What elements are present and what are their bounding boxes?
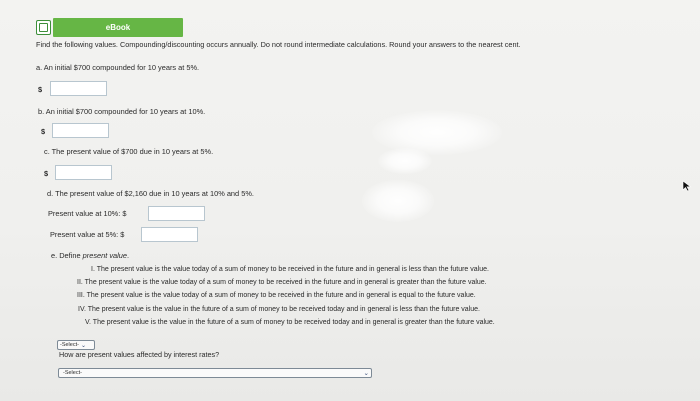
part-a-currency: $ — [38, 85, 43, 94]
screen-glare — [378, 148, 432, 174]
definition-select-value: -Select- — [60, 342, 79, 348]
interest-rate-question: How are present values affected by inter… — [59, 350, 220, 359]
option-v: V. The present value is the value in the… — [85, 319, 495, 326]
definition-select[interactable]: -Select- ⌄ — [57, 340, 95, 350]
option-ii: II. The present value is the value today… — [77, 279, 487, 286]
part-b-currency: $ — [41, 127, 46, 136]
option-i: I. The present value is the value today … — [91, 266, 489, 273]
chevron-down-icon: ⌄ — [80, 342, 86, 349]
part-b-prompt: b. An initial $700 compounded for 10 yea… — [38, 107, 206, 116]
part-e-term: present value — [82, 251, 128, 260]
part-a-prompt: a. An initial $700 compounded for 10 yea… — [36, 63, 200, 72]
interest-rate-select[interactable]: -Select- ⌄ — [58, 368, 372, 378]
part-d-pv5-label: Present value at 5%: $ — [50, 230, 125, 239]
ebook-button[interactable]: eBook — [53, 18, 183, 37]
part-d-prompt: d. The present value of $2,160 due in 10… — [47, 189, 254, 198]
part-e-suffix: . — [127, 251, 130, 260]
pv-at-10-percent-input[interactable] — [148, 206, 205, 221]
mouse-cursor-icon — [682, 180, 692, 192]
option-iv: IV. The present value is the value in th… — [78, 306, 480, 313]
pv-at-5-percent-input[interactable] — [141, 227, 198, 242]
interest-rate-select-value: -Select- — [63, 370, 82, 376]
part-c-prompt: c. The present value of $700 due in 10 y… — [44, 147, 214, 156]
part-d-pv10-label: Present value at 10%: $ — [48, 209, 127, 218]
part-b-answer-input[interactable] — [52, 123, 109, 138]
instructions-text: Find the following values. Compounding/d… — [36, 40, 521, 49]
part-c-answer-input[interactable] — [55, 165, 112, 180]
part-c-currency: $ — [44, 169, 49, 178]
option-iii: III. The present value is the value toda… — [77, 292, 476, 299]
part-a-answer-input[interactable] — [50, 81, 107, 96]
screen-glare — [372, 110, 502, 155]
chevron-down-icon: ⌄ — [363, 370, 369, 377]
screen-glare — [362, 180, 434, 222]
part-e-prompt: e. Define present value. — [51, 252, 129, 259]
part-e-prefix: e. Define — [51, 251, 81, 260]
book-icon — [36, 20, 51, 35]
